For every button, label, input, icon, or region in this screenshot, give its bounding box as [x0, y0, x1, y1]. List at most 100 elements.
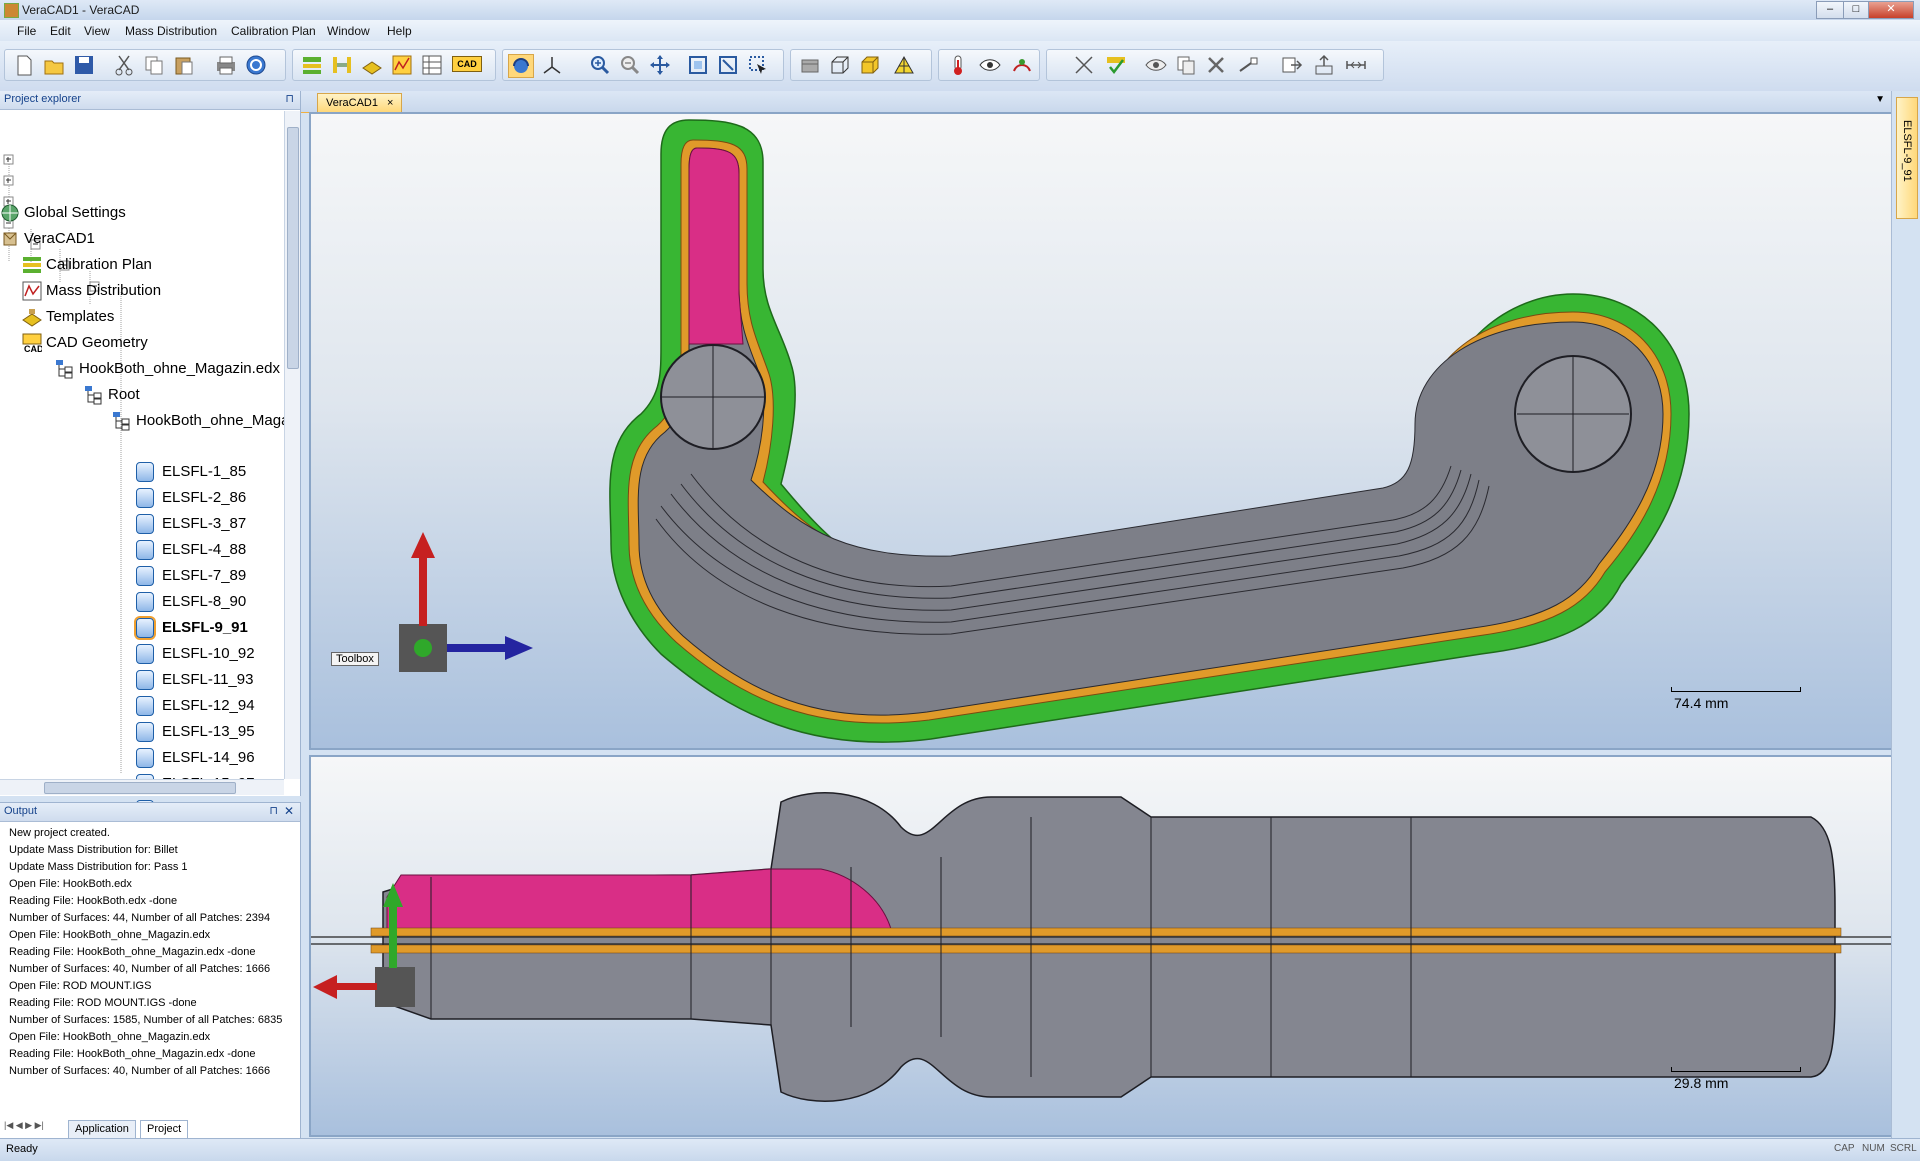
tree-item-label: Root: [108, 386, 140, 403]
tree-item-templates[interactable]: Templates: [22, 305, 114, 329]
cut-plane-icon[interactable]: [1072, 54, 1096, 76]
menu-window[interactable]: Window: [327, 24, 370, 38]
part-icon: [136, 488, 154, 509]
tree-item-part[interactable]: ELSFL-12_94: [136, 694, 255, 718]
menu-mass-distribution[interactable]: Mass Distribution: [125, 24, 217, 38]
menu-help[interactable]: Help: [387, 24, 412, 38]
close-tab-icon[interactable]: ×: [387, 97, 393, 109]
part-icon: [136, 566, 154, 587]
tree-item-hookboth-node[interactable]: HookBoth_ohne_Maga: [112, 409, 284, 433]
help-icon[interactable]: [244, 54, 268, 76]
output-line: Open File: HookBoth_ohne_Magazin.edx: [9, 1031, 211, 1043]
tree-item-edx-file[interactable]: HookBoth_ohne_Magazin.edx: [55, 357, 280, 381]
triad-y-axis: [419, 554, 427, 626]
zoom-window-icon[interactable]: [716, 54, 740, 76]
thermo-icon[interactable]: [946, 54, 970, 76]
menu-calibration-plan[interactable]: Calibration Plan: [231, 24, 316, 38]
paste-icon[interactable]: [172, 54, 196, 76]
delete-icon[interactable]: [1204, 54, 1228, 76]
tab-scroll-arrows[interactable]: |◀ ◀ ▶ ▶|: [4, 1120, 44, 1131]
calibration-icon[interactable]: [300, 54, 324, 76]
tree-item-part[interactable]: ELSFL-4_88: [136, 538, 246, 562]
tree-item-part[interactable]: ELSFL-8_90: [136, 590, 246, 614]
axes-icon[interactable]: [540, 54, 564, 76]
dock-tab-part[interactable]: ELSFL-9_91: [1896, 97, 1918, 219]
open-icon[interactable]: [42, 54, 66, 76]
rotate-icon[interactable]: [508, 54, 534, 78]
cad-icon[interactable]: CAD: [452, 54, 482, 76]
side-view-model: [311, 792, 1891, 1102]
tree-item-mass-distribution[interactable]: Mass Distribution: [22, 279, 161, 303]
pink-shaft-shape: [688, 147, 744, 345]
save-icon[interactable]: [72, 54, 96, 76]
explorer-vertical-scrollbar[interactable]: [284, 111, 300, 779]
tree-item-part[interactable]: ELSFL-14_96: [136, 746, 255, 770]
document-tab[interactable]: VeraCAD1 ×: [317, 93, 403, 112]
pin-icon[interactable]: ⊓: [285, 92, 294, 105]
print-icon[interactable]: [214, 54, 238, 76]
tree-item-global-settings[interactable]: Global Settings: [0, 201, 126, 225]
output-line: Update Mass Distribution for: Billet: [9, 844, 178, 856]
select-icon[interactable]: [746, 54, 770, 76]
wire-icon[interactable]: [828, 54, 852, 76]
section-icon[interactable]: [798, 54, 822, 76]
distance-icon[interactable]: [1344, 54, 1368, 76]
maximize-button[interactable]: □: [1843, 1, 1869, 19]
pin-icon[interactable]: ⊓: [269, 804, 278, 817]
tree-item-label: HookBoth_ohne_Magazin.edx: [79, 360, 280, 377]
cut-icon[interactable]: [112, 54, 136, 76]
tree-item-part[interactable]: ELSFL-2_86: [136, 486, 246, 510]
view-icon[interactable]: [1144, 54, 1168, 76]
tree-item-veracad1[interactable]: VeraCAD1: [0, 227, 95, 251]
output-line: Update Mass Distribution for: Pass 1: [9, 861, 188, 873]
chevron-down-icon[interactable]: ▼: [1875, 94, 1885, 105]
tab-application[interactable]: Application: [68, 1120, 136, 1139]
tree-item-part[interactable]: ELSFL-9_91: [136, 616, 248, 640]
menu-view[interactable]: View: [84, 24, 110, 38]
tree-item-part[interactable]: ELSFL-13_95: [136, 720, 255, 744]
minimize-button[interactable]: –: [1816, 1, 1844, 19]
tree-item-part[interactable]: ELSFL-1_85: [136, 460, 246, 484]
templates-icon[interactable]: [360, 54, 384, 76]
import-icon[interactable]: [1312, 54, 1336, 76]
toolbox-label[interactable]: Toolbox: [331, 652, 379, 666]
scroll-thumb[interactable]: [287, 127, 299, 369]
viewport-bottom[interactable]: 29.8 mm: [309, 755, 1893, 1137]
export-icon[interactable]: [1280, 54, 1304, 76]
copy-view-icon[interactable]: [1174, 54, 1198, 76]
mass-icon[interactable]: [390, 54, 414, 76]
zoom-in-icon[interactable]: [588, 54, 612, 76]
pass-icon[interactable]: [330, 54, 354, 76]
ruler-icon[interactable]: [1236, 54, 1260, 76]
part-icon: [136, 644, 154, 665]
copy-icon[interactable]: [142, 54, 166, 76]
tree-item-calibration-plan[interactable]: Calibration Plan: [22, 253, 152, 277]
tree-item-part[interactable]: ELSFL-11_93: [136, 668, 253, 692]
menu-file[interactable]: File: [17, 24, 36, 38]
new-icon[interactable]: [12, 54, 36, 76]
tree-item-part[interactable]: ELSFL-3_87: [136, 512, 246, 536]
viewport-top[interactable]: Toolbox 74.4 mm: [309, 112, 1893, 750]
part-icon: [136, 722, 154, 743]
table-icon[interactable]: [420, 54, 444, 76]
zoom-out-icon[interactable]: [618, 54, 642, 76]
scroll-thumb[interactable]: [44, 782, 236, 794]
tab-project[interactable]: Project: [140, 1120, 189, 1139]
fit-icon[interactable]: [686, 54, 710, 76]
measure-icon[interactable]: [1010, 54, 1034, 76]
menu-edit[interactable]: Edit: [50, 24, 71, 38]
close-icon[interactable]: ✕: [284, 804, 294, 818]
tree-item-cad-geometry[interactable]: CAD CAD Geometry: [22, 331, 148, 355]
cad-geometry-icon: CAD: [22, 333, 44, 354]
tree-item-part[interactable]: ELSFL-7_89: [136, 564, 246, 588]
close-button[interactable]: ✕: [1868, 1, 1914, 19]
pan-icon[interactable]: [648, 54, 672, 76]
tree-item-root[interactable]: Root: [84, 383, 140, 407]
check-icon[interactable]: [1104, 54, 1128, 76]
triangle-icon[interactable]: [892, 54, 916, 76]
shaded-icon[interactable]: [858, 54, 882, 76]
app-icon: [4, 3, 19, 18]
eye-icon[interactable]: [978, 54, 1002, 76]
tree-item-part[interactable]: ELSFL-10_92: [136, 642, 255, 666]
explorer-horizontal-scrollbar[interactable]: [0, 779, 284, 795]
